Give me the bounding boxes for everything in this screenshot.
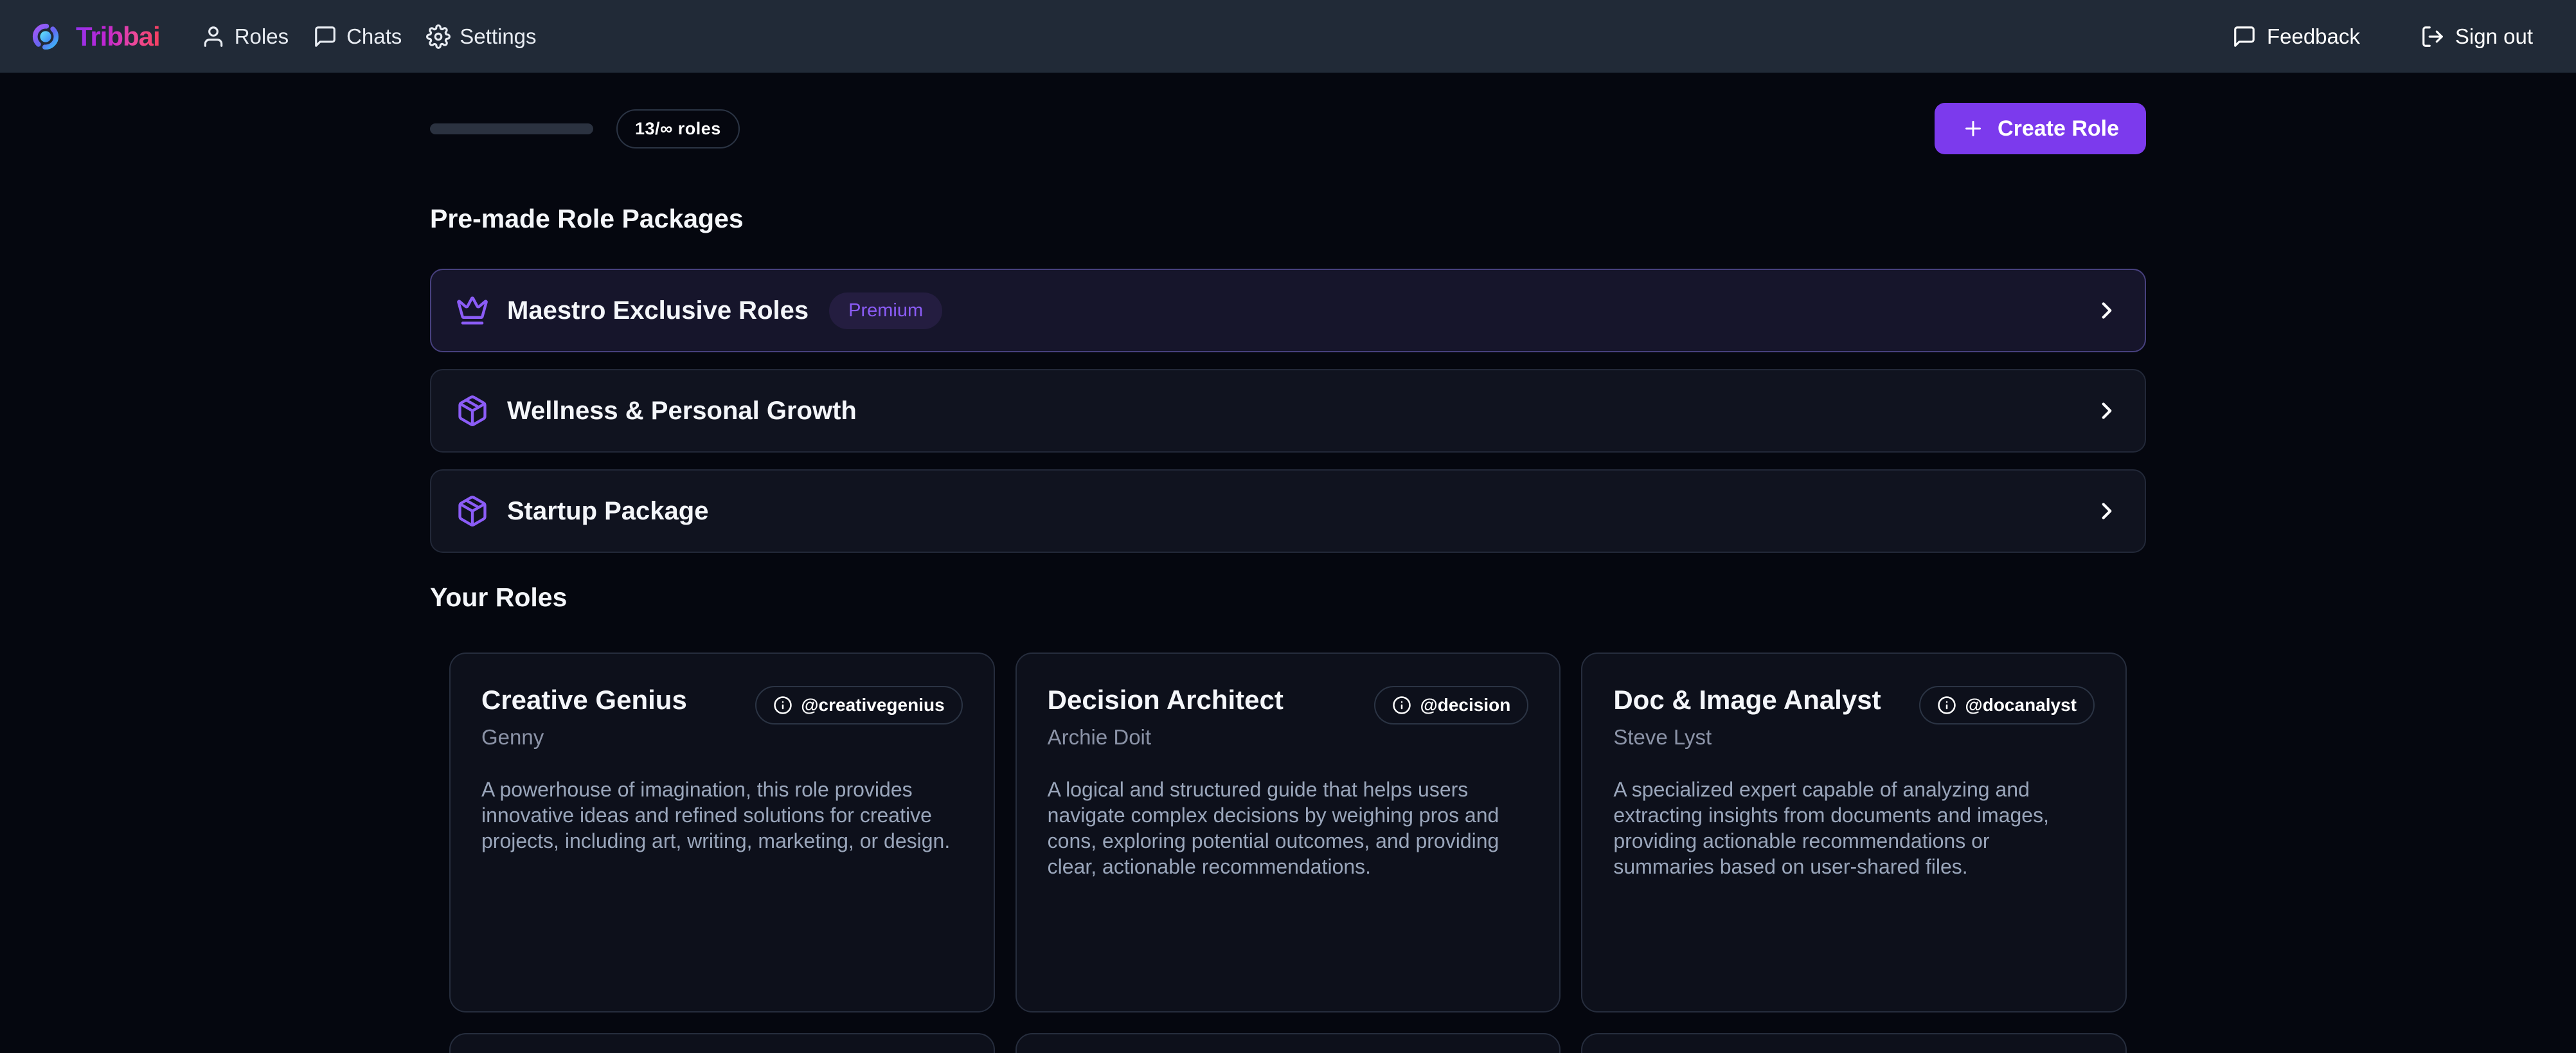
crown-icon [456, 294, 489, 327]
info-circle-icon [773, 696, 792, 715]
card-header: Doc & Image Analyst Steve Lyst @docanaly… [1613, 685, 2095, 750]
top-navigation: Tribbai Roles Chats Settings Feedba [0, 0, 2576, 73]
role-description: A specialized expert capable of analyzin… [1613, 777, 2095, 879]
roles-progress-bar [430, 123, 593, 134]
create-role-button[interactable]: Create Role [1935, 103, 2146, 154]
package-row-wellness[interactable]: Wellness & Personal Growth [430, 369, 2146, 453]
role-card-doc-image-analyst[interactable]: Doc & Image Analyst Steve Lyst @docanaly… [1581, 652, 2127, 1013]
info-circle-icon [1392, 696, 1411, 715]
role-description: A powerhouse of imagination, this role p… [481, 777, 963, 854]
chat-bubble-icon [2232, 24, 2257, 49]
nav-item-label: Roles [235, 24, 289, 49]
package-row-maestro[interactable]: Maestro Exclusive Roles Premium [430, 269, 2146, 352]
signout-label: Sign out [2455, 24, 2533, 49]
package-cube-icon [456, 394, 489, 428]
nav-item-chats[interactable]: Chats [313, 24, 402, 49]
role-card-placeholder[interactable] [1581, 1033, 2127, 1053]
role-title: Doc & Image Analyst [1613, 685, 1881, 716]
tribbai-logo-icon [31, 22, 60, 51]
role-handle: @docanalyst [1965, 695, 2077, 716]
role-handle: @creativegenius [801, 695, 944, 716]
role-card-placeholder[interactable] [1015, 1033, 1561, 1053]
role-handle: @decision [1420, 695, 1510, 716]
card-title-block: Doc & Image Analyst Steve Lyst [1613, 685, 1881, 750]
role-card-decision-architect[interactable]: Decision Architect Archie Doit @decision… [1015, 652, 1561, 1013]
card-title-block: Creative Genius Genny [481, 685, 687, 750]
your-roles-section-title: Your Roles [430, 582, 2146, 613]
nav-item-roles[interactable]: Roles [201, 24, 289, 49]
feedback-label: Feedback [2267, 24, 2360, 49]
role-handle-badge[interactable]: @docanalyst [1919, 686, 2095, 724]
chevron-right-icon [2093, 297, 2120, 324]
plus-icon [1962, 117, 1985, 140]
signout-button[interactable]: Sign out [2420, 24, 2533, 49]
role-subtitle: Genny [481, 725, 687, 750]
main-content: 13/∞ roles Create Role Pre-made Role Pac… [430, 102, 2146, 1053]
nav-item-label: Chats [346, 24, 402, 49]
brand[interactable]: Tribbai [31, 21, 160, 52]
nav-item-label: Settings [460, 24, 536, 49]
role-subtitle: Steve Lyst [1613, 725, 1881, 750]
feedback-button[interactable]: Feedback [2232, 24, 2360, 49]
role-card-placeholder[interactable] [449, 1033, 995, 1053]
role-card-creative-genius[interactable]: Creative Genius Genny @creativegenius A … [449, 652, 995, 1013]
card-header: Creative Genius Genny @creativegenius [481, 685, 963, 750]
brand-name: Tribbai [76, 21, 160, 52]
roles-count-badge: 13/∞ roles [616, 109, 740, 148]
nav-right: Feedback Sign out [2232, 24, 2533, 49]
packages-section-title: Pre-made Role Packages [430, 204, 2146, 234]
card-header: Decision Architect Archie Doit @decision [1048, 685, 1529, 750]
chat-bubble-icon [313, 24, 337, 49]
chevron-right-icon [2093, 397, 2120, 424]
package-list: Maestro Exclusive Roles Premium Wellness… [430, 269, 2146, 553]
package-name: Startup Package [507, 497, 708, 526]
roles-toolbar: 13/∞ roles Create Role [430, 102, 2146, 155]
nav-links: Roles Chats Settings [201, 24, 537, 49]
logout-icon [2420, 24, 2445, 49]
role-title: Creative Genius [481, 685, 687, 716]
info-circle-icon [1937, 696, 1956, 715]
chevron-right-icon [2093, 498, 2120, 525]
gear-icon [426, 24, 451, 49]
package-name: Maestro Exclusive Roles [507, 296, 809, 325]
card-title-block: Decision Architect Archie Doit [1048, 685, 1284, 750]
nav-item-settings[interactable]: Settings [426, 24, 536, 49]
package-row-startup[interactable]: Startup Package [430, 469, 2146, 553]
premium-badge: Premium [829, 292, 942, 329]
user-icon [201, 24, 226, 49]
role-cards-grid: Creative Genius Genny @creativegenius A … [430, 652, 2146, 1053]
role-handle-badge[interactable]: @creativegenius [755, 686, 962, 724]
role-title: Decision Architect [1048, 685, 1284, 716]
package-cube-icon [456, 494, 489, 528]
package-name: Wellness & Personal Growth [507, 397, 857, 426]
role-handle-badge[interactable]: @decision [1374, 686, 1528, 724]
role-subtitle: Archie Doit [1048, 725, 1284, 750]
role-description: A logical and structured guide that help… [1048, 777, 1529, 879]
create-role-label: Create Role [1998, 116, 2119, 141]
